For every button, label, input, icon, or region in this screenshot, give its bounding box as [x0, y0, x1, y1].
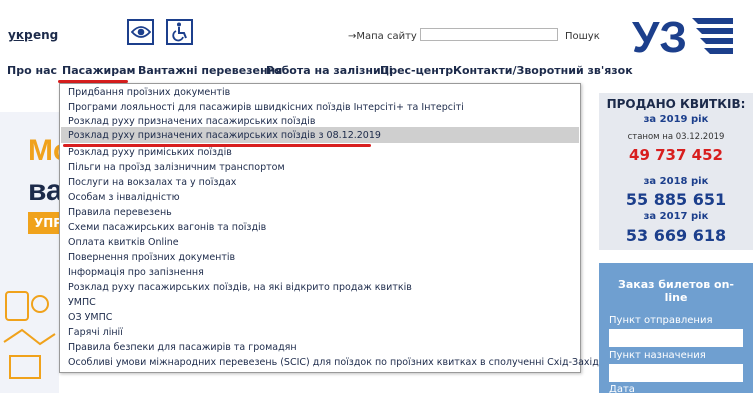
- nav-passengers[interactable]: Пасажирам: [62, 64, 136, 77]
- departure-input[interactable]: [609, 329, 743, 347]
- visually-impaired-button[interactable]: [127, 19, 154, 45]
- promo-illustration: [3, 291, 56, 379]
- dropdown-item[interactable]: Розклад руху приміських поїздів: [68, 146, 232, 159]
- booking-title: Заказ билетов on-line: [618, 278, 734, 304]
- departure-label: Пункт отправления: [609, 315, 713, 326]
- dropdown-item[interactable]: Схеми пасажирських вагонів та поїздів: [68, 221, 266, 234]
- tickets-year-2017: за 2017 рік: [643, 211, 709, 222]
- promo-banner[interactable]: Мо ва УПР: [0, 112, 59, 393]
- tickets-sold-title: ПРОДАНО КВИТКІВ:: [606, 97, 746, 111]
- tickets-year-2018: за 2018 рік: [643, 176, 709, 187]
- uz-logo[interactable]: УЗ: [630, 12, 735, 62]
- tickets-count-2019: 49 737 452: [629, 146, 723, 164]
- lang-uk-link[interactable]: укр: [8, 28, 33, 42]
- lang-en-link[interactable]: eng: [33, 28, 58, 42]
- ticket-booking-widget: Заказ билетов on-line Пункт отправления …: [599, 263, 753, 393]
- dropdown-item[interactable]: Особливі умови міжнародних перевезень (S…: [68, 356, 630, 369]
- nav-contacts[interactable]: Контакти/Зворотний зв'язок: [453, 64, 633, 77]
- tickets-count-2017: 53 669 618: [625, 226, 727, 245]
- dropdown-item[interactable]: Розклад руху призначених пасажирських по…: [68, 115, 315, 128]
- main-nav: Про нас Пасажирам Вантажні перевезення Р…: [0, 64, 633, 80]
- wheelchair-icon: [171, 22, 187, 42]
- dropdown-item[interactable]: Розклад руху пасажирських поїздів, на як…: [68, 281, 412, 294]
- dropdown-item[interactable]: УМПС: [68, 296, 96, 309]
- passengers-dropdown-menu: Придбання проїзних документів Програми л…: [59, 83, 630, 373]
- promo-banner-line1: Мо: [28, 134, 59, 167]
- dropdown-item[interactable]: Послуги на вокзалах та у поїздах: [68, 176, 236, 189]
- dropdown-item[interactable]: Правила безпеки для пасажирів та громадя…: [68, 341, 297, 354]
- dropdown-item[interactable]: Придбання проїзних документів: [68, 86, 230, 99]
- dropdown-item[interactable]: Інформація про запізнення: [68, 266, 204, 279]
- eye-icon: [130, 26, 151, 38]
- destination-input[interactable]: [609, 364, 743, 382]
- sitemap-link[interactable]: →Мапа сайту: [348, 31, 417, 42]
- dropdown-item[interactable]: ОЗ УМПС: [68, 311, 112, 324]
- accessibility-button[interactable]: [166, 19, 193, 45]
- nav-careers[interactable]: Робота на залізниці: [266, 64, 393, 77]
- nav-about[interactable]: Про нас: [7, 64, 57, 77]
- tickets-as-of-date: станом на 03.12.2019: [627, 132, 725, 142]
- dropdown-item[interactable]: Програми лояльності для пасажирів швидкі…: [68, 101, 464, 114]
- nav-freight[interactable]: Вантажні перевезення: [138, 64, 282, 77]
- destination-label: Пункт назначения: [609, 350, 706, 361]
- search-input[interactable]: [420, 28, 558, 41]
- dropdown-item[interactable]: Пільги на проїзд залізничним транспортом: [68, 161, 285, 174]
- tickets-sold-panel: ПРОДАНО КВИТКІВ: за 2019 рік станом на 0…: [599, 93, 753, 250]
- tickets-year-2019: за 2019 рік: [643, 114, 709, 125]
- nav-press-center[interactable]: Прес-центр: [380, 64, 453, 77]
- logo-text: УЗ: [632, 13, 687, 62]
- dropdown-item[interactable]: Особам з інвалідністю: [68, 191, 180, 204]
- search-button[interactable]: Пошук: [565, 31, 600, 42]
- dropdown-item[interactable]: Повернення проїзних документів: [68, 251, 235, 264]
- tickets-count-2018: 55 885 651: [625, 190, 727, 209]
- promo-banner-line2: ва: [28, 174, 59, 207]
- dropdown-item-selected[interactable]: Розклад руху призначених пасажирських по…: [68, 129, 381, 142]
- date-label: Дата: [609, 384, 635, 393]
- dropdown-item[interactable]: Оплата квитків Online: [68, 236, 179, 249]
- promo-banner-button[interactable]: УПР: [28, 212, 59, 234]
- dropdown-item[interactable]: Гарячі лінії: [68, 326, 123, 339]
- dropdown-item[interactable]: Правила перевезень: [68, 206, 172, 219]
